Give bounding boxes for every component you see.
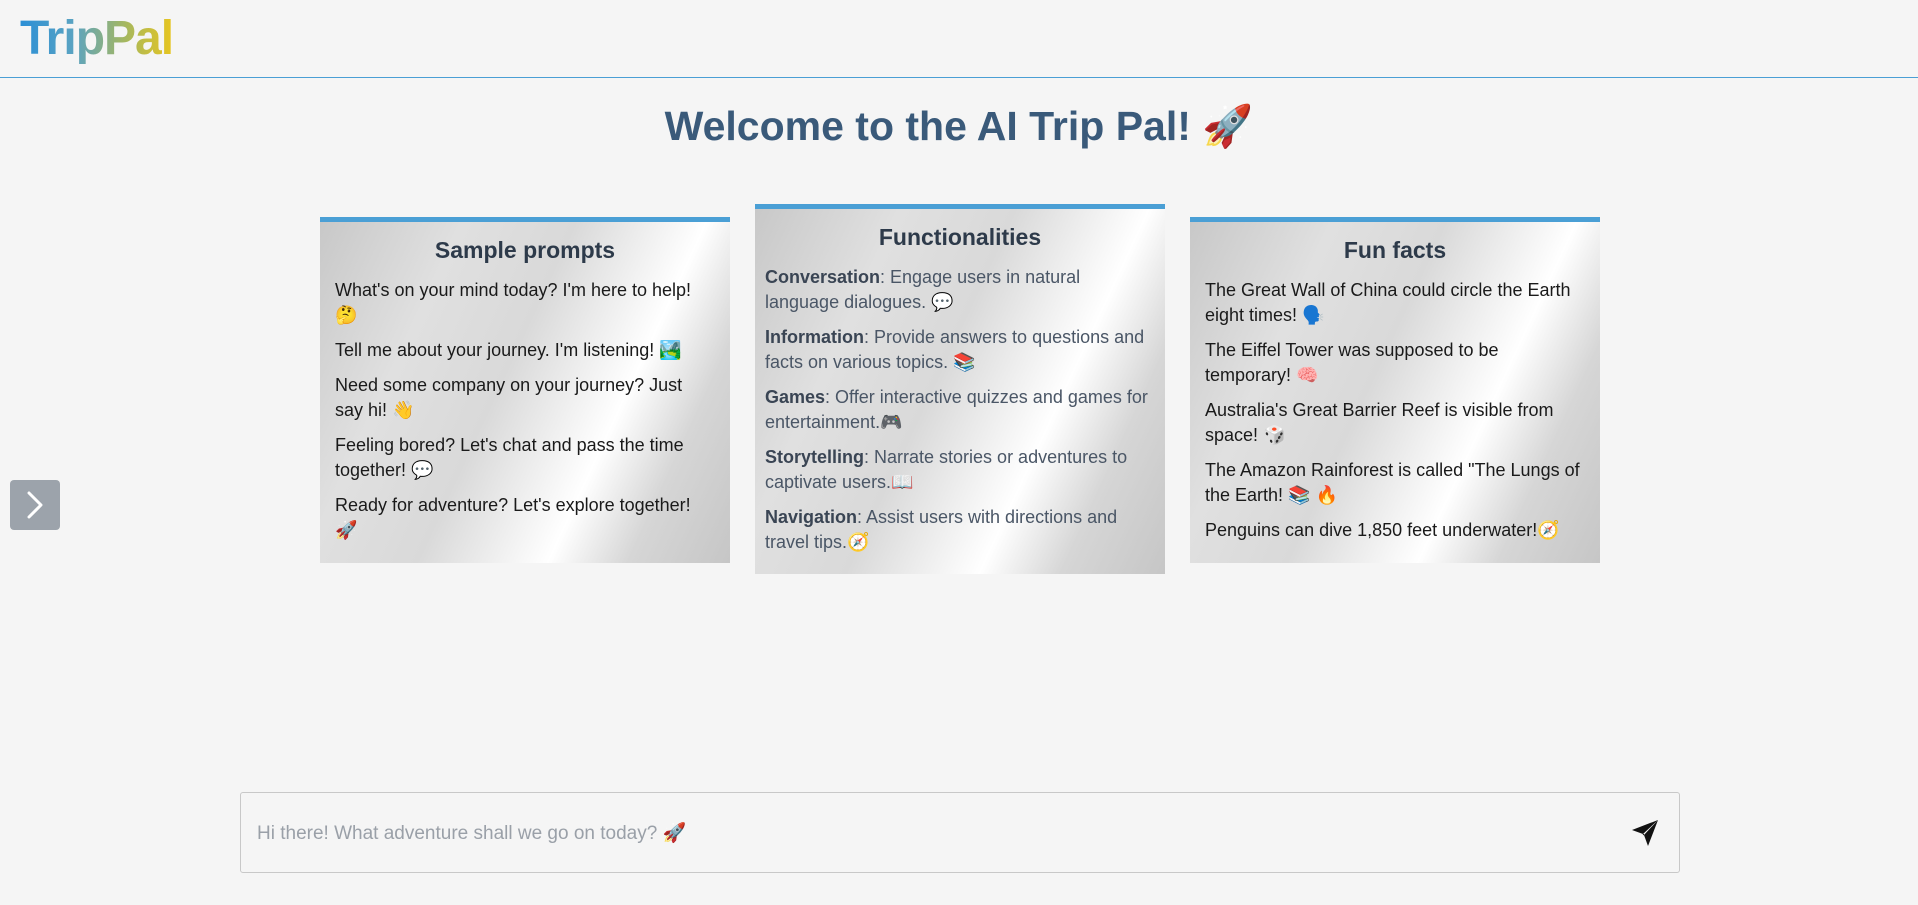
fun-fact-item: Australia's Great Barrier Reef is visibl… [1205, 400, 1554, 445]
functionality-name: Games [765, 387, 826, 407]
sidebar-toggle-button[interactable] [10, 480, 60, 530]
functionality-item: Navigation: Assist users with directions… [765, 505, 1155, 555]
functionalities-card: Functionalities Conversation: Engage use… [755, 204, 1165, 574]
functionality-item: Storytelling: Narrate stories or adventu… [765, 445, 1155, 495]
sample-prompts-card: Sample prompts What's on your mind today… [320, 217, 730, 563]
functionality-item: Conversation: Engage users in natural la… [765, 265, 1155, 315]
sample-prompt-item[interactable]: Ready for adventure? Let's explore toget… [335, 493, 715, 543]
chevron-right-icon [27, 491, 43, 519]
trippal-logo[interactable]: TripPal [20, 12, 174, 66]
chat-input-container [240, 792, 1680, 874]
page-title: Welcome to the AI Trip Pal! 🚀 [664, 103, 1254, 149]
chat-input[interactable] [255, 793, 1619, 874]
send-icon [1632, 820, 1658, 846]
fun-facts-card: Fun facts The Great Wall of China could … [1190, 217, 1600, 563]
sample-prompt-item[interactable]: Tell me about your journey. I'm listenin… [335, 338, 715, 363]
fun-fact-item: The Eiffel Tower was supposed to be temp… [1205, 340, 1499, 385]
functionality-name: Navigation [765, 507, 858, 527]
functionality-name: Conversation [765, 267, 881, 287]
fun-facts-title: Fun facts [1343, 237, 1447, 263]
sample-prompt-item[interactable]: What's on your mind today? I'm here to h… [335, 278, 715, 328]
app-header: TripPal [0, 0, 1918, 78]
send-button[interactable] [1629, 817, 1661, 849]
functionality-item: Information: Provide answers to question… [765, 325, 1155, 375]
functionality-name: Storytelling [765, 447, 865, 467]
sample-prompt-item[interactable]: Feeling bored? Let's chat and pass the t… [335, 433, 715, 483]
functionalities-title: Functionalities [878, 224, 1042, 250]
fun-fact-item: Penguins can dive 1,850 feet underwater!… [1205, 520, 1560, 540]
sample-prompt-item[interactable]: Need some company on your journey? Just … [335, 373, 715, 423]
functionality-name: Information [765, 327, 864, 347]
functionality-item: Games: Offer interactive quizzes and gam… [765, 385, 1155, 435]
fun-fact-item: The Amazon Rainforest is called "The Lun… [1205, 460, 1580, 505]
sample-prompts-title: Sample prompts [434, 237, 616, 263]
fun-fact-item: The Great Wall of China could circle the… [1205, 280, 1571, 325]
